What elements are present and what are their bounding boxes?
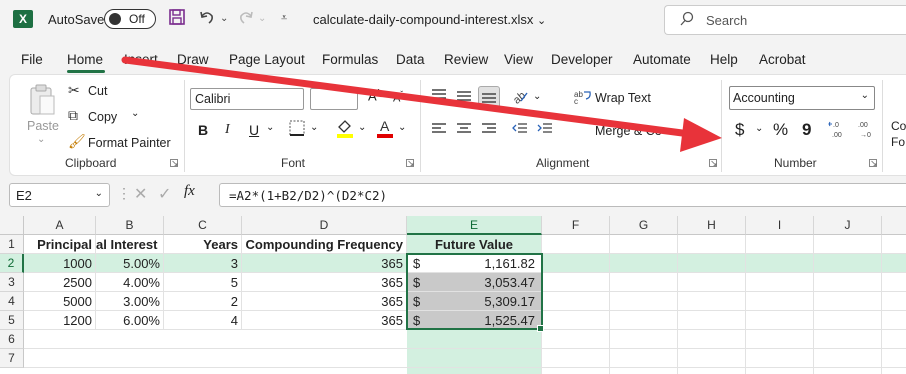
select-all-corner[interactable] <box>0 216 24 235</box>
column-header-b[interactable]: B <box>96 216 164 235</box>
cell-a5[interactable]: 1200 <box>24 311 96 330</box>
cell-c4[interactable]: 2 <box>164 292 242 311</box>
cell-c3[interactable]: 5 <box>164 273 242 292</box>
formula-bar: E2 ⌄ ⋮ ✕ ✓ fx =A2*(1+B2/D2)^(D2*C2) <box>0 176 906 212</box>
grid-line <box>609 235 610 374</box>
name-box-value: E2 <box>16 188 32 203</box>
column-header-c[interactable]: C <box>164 216 242 235</box>
column-header-j[interactable]: J <box>814 216 882 235</box>
cell-a3[interactable]: 2500 <box>24 273 96 292</box>
selection-range <box>406 253 543 330</box>
column-header-h[interactable]: H <box>678 216 746 235</box>
cell-b1[interactable]: al Interest <box>96 235 164 254</box>
insert-function-icon[interactable]: fx <box>184 183 195 200</box>
grid-line <box>677 235 678 374</box>
name-box[interactable]: E2 ⌄ <box>9 183 110 207</box>
cell-c5[interactable]: 4 <box>164 311 242 330</box>
column-header-f[interactable]: F <box>542 216 610 235</box>
cell-b4[interactable]: 3.00% <box>96 292 164 311</box>
cell-d5[interactable]: 365 <box>242 311 407 330</box>
row-header-1[interactable]: 1 <box>0 235 24 254</box>
enter-icon[interactable]: ✓ <box>158 184 171 204</box>
cell-b2[interactable]: 5.00% <box>96 254 164 273</box>
cell-d2[interactable]: 365 <box>242 254 407 273</box>
chevron-down-icon: ⌄ <box>94 188 103 199</box>
column-header-e[interactable]: E <box>407 216 542 235</box>
cell-c2[interactable]: 3 <box>164 254 242 273</box>
column-header-k[interactable] <box>882 216 906 235</box>
row-header-2[interactable]: 2 <box>0 254 24 273</box>
cell-a2[interactable]: 1000 <box>24 254 96 273</box>
column-header-a[interactable]: A <box>24 216 96 235</box>
row-header-4[interactable]: 4 <box>0 292 24 311</box>
cell-b3[interactable]: 4.00% <box>96 273 164 292</box>
formula-input[interactable]: =A2*(1+B2/D2)^(D2*C2) <box>219 183 906 207</box>
cell-a1[interactable]: Principal <box>24 235 96 254</box>
row-header-6[interactable]: 6 <box>0 330 24 349</box>
grid-line <box>813 235 814 374</box>
grid-line <box>881 235 882 374</box>
fill-handle[interactable] <box>537 325 544 332</box>
cell-d1[interactable]: Compounding Frequency <box>242 235 407 254</box>
column-header-d[interactable]: D <box>242 216 407 235</box>
grid-line <box>745 235 746 374</box>
column-header-g[interactable]: G <box>610 216 678 235</box>
formula-text: =A2*(1+B2/D2)^(D2*C2) <box>229 188 388 203</box>
cell-c1[interactable]: Years <box>164 235 242 254</box>
row-header-3[interactable]: 3 <box>0 273 24 292</box>
row-header-5[interactable]: 5 <box>0 311 24 330</box>
cancel-icon[interactable]: ✕ <box>134 184 147 204</box>
spreadsheet-grid: A B C D E F G H I J 1 2 3 4 5 6 7 Princi… <box>0 216 906 374</box>
cell-d4[interactable]: 365 <box>242 292 407 311</box>
cell-e1[interactable]: Future Value <box>407 235 542 254</box>
cell-a4[interactable]: 5000 <box>24 292 96 311</box>
more-options-icon: ⋮ <box>117 185 131 201</box>
cell-b5[interactable]: 6.00% <box>96 311 164 330</box>
row-header-7[interactable]: 7 <box>0 349 24 368</box>
column-header-i[interactable]: I <box>746 216 814 235</box>
cell-d3[interactable]: 365 <box>242 273 407 292</box>
